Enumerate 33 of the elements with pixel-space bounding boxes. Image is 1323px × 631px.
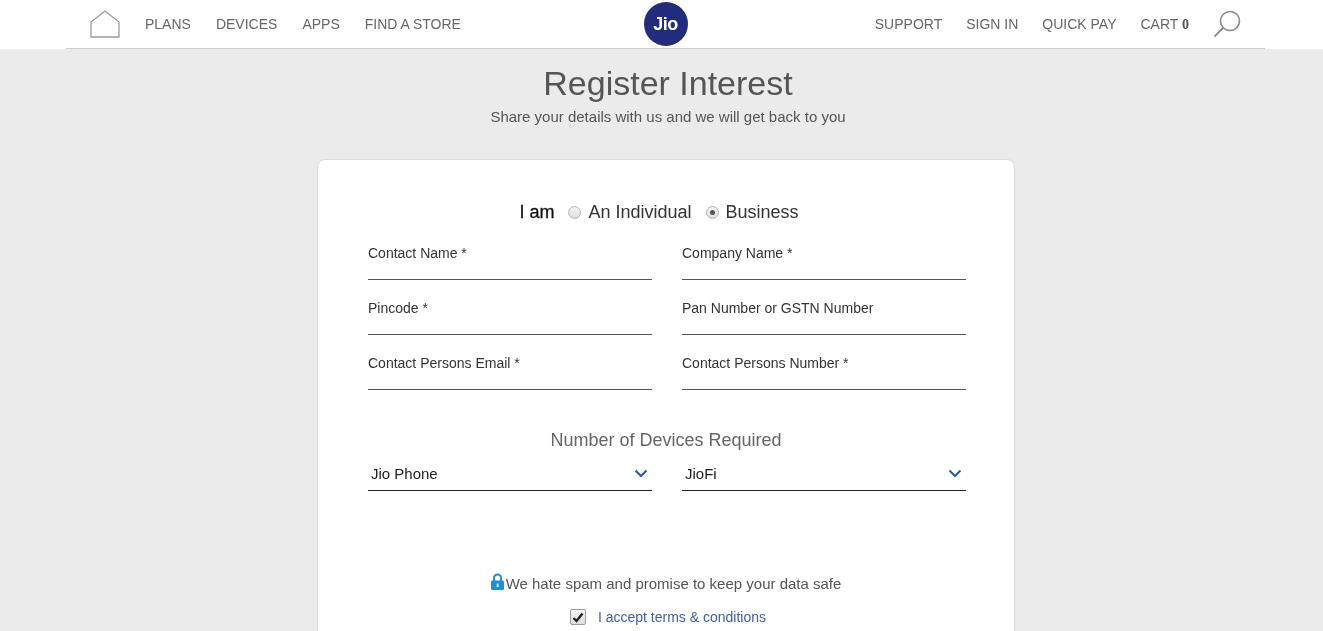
nav-link[interactable]: SUPPORT bbox=[874, 16, 943, 32]
nav-link[interactable]: FIND A STORE bbox=[364, 16, 461, 32]
dropdown[interactable]: JioFi bbox=[682, 455, 966, 491]
nav-link[interactable]: DEVICES bbox=[215, 16, 278, 32]
chevron-down-icon bbox=[634, 469, 648, 478]
input-field[interactable]: Contact Name * bbox=[368, 236, 652, 280]
input-field[interactable]: Contact Persons Email * bbox=[368, 346, 652, 390]
input-field[interactable]: Pan Number or GSTN Number bbox=[682, 291, 966, 335]
lock-icon bbox=[490, 573, 504, 590]
dropdown[interactable]: Jio Phone bbox=[368, 455, 652, 491]
nav-link[interactable]: QUICK PAY bbox=[1042, 16, 1117, 32]
input-field[interactable]: Company Name * bbox=[682, 236, 966, 280]
page-title: Register Interest bbox=[542, 63, 794, 103]
radio-label: Business bbox=[725, 201, 799, 223]
chevron-down-icon bbox=[948, 469, 962, 478]
checkbox[interactable] bbox=[569, 609, 586, 625]
home-icon[interactable] bbox=[90, 10, 120, 38]
terms-link[interactable]: I accept terms & conditions bbox=[597, 609, 767, 625]
nav-link[interactable]: SIGN IN bbox=[966, 16, 1019, 32]
nav-link[interactable]: PLANS bbox=[145, 16, 191, 32]
brand-logo[interactable]: Jio bbox=[643, 2, 688, 46]
radio-button[interactable] bbox=[568, 205, 582, 219]
radio-label: An Individual bbox=[588, 201, 692, 223]
page-subtitle: Share your details with us and we will get back to you bbox=[489, 107, 847, 127]
question-label: I am bbox=[519, 201, 555, 223]
input-field[interactable]: Contact Persons Number * bbox=[682, 346, 966, 390]
nav-link[interactable]: APPS bbox=[302, 16, 340, 32]
radio-button[interactable] bbox=[705, 205, 719, 219]
section-heading: Number of Devices Required bbox=[549, 429, 783, 452]
input-field[interactable]: Pincode * bbox=[368, 291, 652, 335]
cart-link[interactable]: CART 0 bbox=[1140, 15, 1189, 33]
privacy-note: We hate spam and promise to keep your data safe bbox=[505, 574, 842, 592]
search-icon[interactable] bbox=[1213, 10, 1241, 38]
